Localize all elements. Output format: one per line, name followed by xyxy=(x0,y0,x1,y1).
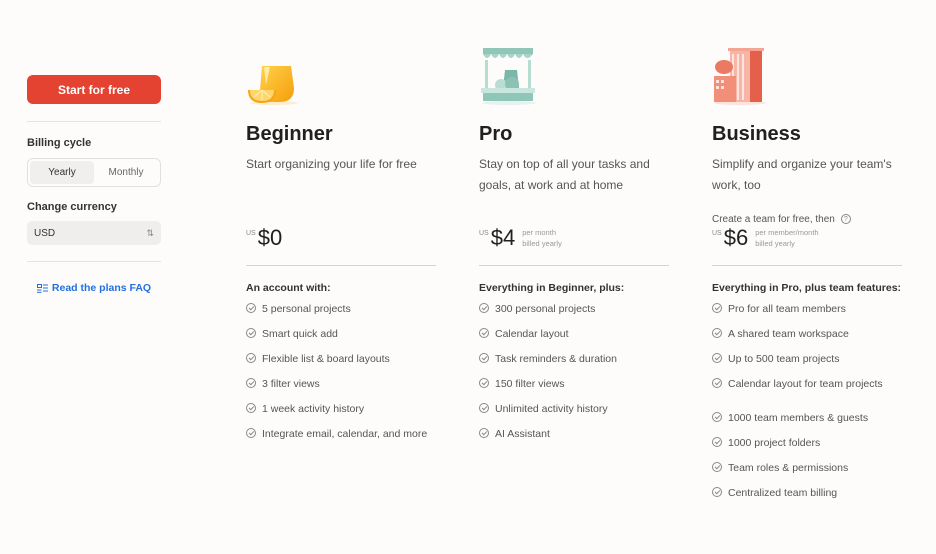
price-currency-prefix: US xyxy=(712,230,722,237)
feature-item: 150 filter views xyxy=(479,376,671,393)
billing-option-yearly[interactable]: Yearly xyxy=(30,161,94,184)
feature-item: Centralized team billing xyxy=(712,485,904,502)
check-circle-icon xyxy=(479,303,489,313)
feature-list: 300 personal projects Calendar layout Ta… xyxy=(479,301,671,443)
check-circle-icon xyxy=(712,378,722,388)
plans-faq-link[interactable]: Read the plans FAQ xyxy=(27,282,161,294)
feature-item: Smart quick add xyxy=(246,326,438,343)
plan-description: Start organizing your life for free xyxy=(246,157,417,171)
check-circle-icon xyxy=(712,437,722,447)
feature-item: Calendar layout xyxy=(479,326,671,343)
price-amount: $0 xyxy=(257,225,283,250)
feature-item: Integrate email, calendar, and more xyxy=(246,426,438,443)
features-heading: Everything in Beginner, plus: xyxy=(479,282,625,294)
plan-divider xyxy=(712,265,902,266)
plan-sidebar: Start for free Billing cycle Yearly Mont… xyxy=(27,75,161,294)
feature-item: 5 personal projects xyxy=(246,301,438,318)
feature-item: A shared team workspace xyxy=(712,326,904,343)
currency-label: Change currency xyxy=(27,201,117,213)
plan-divider xyxy=(479,265,669,266)
check-circle-icon xyxy=(479,428,489,438)
billing-option-monthly[interactable]: Monthly xyxy=(94,161,158,184)
plan-price: US $0 xyxy=(246,226,438,256)
currency-select[interactable]: USD ⇅ xyxy=(27,221,161,245)
price-amount: $4 xyxy=(490,225,516,250)
billing-cycle-toggle: Yearly Monthly xyxy=(27,158,161,187)
market-stall-icon xyxy=(479,40,539,106)
plan-price: US $4 per month billed yearly xyxy=(479,226,671,256)
price-note: per member/month billed yearly xyxy=(755,228,819,248)
check-circle-icon xyxy=(479,353,489,363)
feature-item: 3 filter views xyxy=(246,376,438,393)
feature-item: 1000 team members & guests xyxy=(712,410,904,427)
feature-item: Up to 500 team projects xyxy=(712,351,904,368)
feature-list: Pro for all team members A shared team w… xyxy=(712,301,904,502)
feature-item: Task reminders & duration xyxy=(479,351,671,368)
check-circle-icon xyxy=(479,403,489,413)
check-circle-icon xyxy=(712,487,722,497)
plan-name: Pro xyxy=(479,123,513,145)
feature-item: Pro for all team members xyxy=(712,301,904,318)
feature-item: Team roles & permissions xyxy=(712,460,904,477)
check-circle-icon xyxy=(712,462,722,472)
check-circle-icon xyxy=(712,328,722,338)
currency-value: USD xyxy=(34,227,56,239)
check-circle-icon xyxy=(479,328,489,338)
check-circle-icon xyxy=(246,403,256,413)
feature-item: AI Assistant xyxy=(479,426,671,443)
check-circle-icon xyxy=(246,328,256,338)
sidebar-divider xyxy=(27,121,161,122)
check-circle-icon xyxy=(246,303,256,313)
check-circle-icon xyxy=(712,303,722,313)
plan-price: US $6 per member/month billed yearly xyxy=(712,226,904,256)
faq-list-icon xyxy=(36,283,48,293)
plan-name: Business xyxy=(712,123,801,145)
price-currency-prefix: US xyxy=(479,230,489,237)
plan-description: Simplify and organize your team's work, … xyxy=(712,157,892,192)
check-circle-icon xyxy=(246,428,256,438)
orange-juice-glass-icon xyxy=(246,40,306,106)
help-question-icon[interactable]: ? xyxy=(840,214,851,224)
plan-divider xyxy=(246,265,436,266)
feature-gap xyxy=(712,401,904,410)
plan-card-pro: Pro Stay on top of all your tasks and go… xyxy=(479,40,671,451)
features-heading: Everything in Pro, plus team features: xyxy=(712,282,902,294)
plan-description: Stay on top of all your tasks and goals,… xyxy=(479,157,650,192)
feature-list: 5 personal projects Smart quick add Flex… xyxy=(246,301,438,443)
check-circle-icon xyxy=(712,412,722,422)
price-amount: $6 xyxy=(723,225,749,250)
office-building-icon xyxy=(712,40,772,106)
feature-item: Unlimited activity history xyxy=(479,401,671,418)
price-currency-prefix: US xyxy=(246,230,256,237)
feature-item: 300 personal projects xyxy=(479,301,671,318)
plan-card-beginner: Beginner Start organizing your life for … xyxy=(246,40,438,451)
check-circle-icon xyxy=(712,353,722,363)
plans-faq-label: Read the plans FAQ xyxy=(51,282,152,294)
start-for-free-button[interactable]: Start for free xyxy=(27,75,161,104)
sidebar-divider-2 xyxy=(27,261,161,262)
plan-name: Beginner xyxy=(246,123,333,145)
check-circle-icon xyxy=(246,378,256,388)
check-circle-icon xyxy=(246,353,256,363)
feature-item: Flexible list & board layouts xyxy=(246,351,438,368)
team-note: Create a team for free, then ? xyxy=(712,212,904,226)
price-note: per month billed yearly xyxy=(522,228,562,248)
billing-cycle-label: Billing cycle xyxy=(27,137,92,149)
feature-item: 1000 project folders xyxy=(712,435,904,452)
feature-item: Calendar layout for team projects xyxy=(712,376,904,393)
feature-item: 1 week activity history xyxy=(246,401,438,418)
chevron-up-down-icon: ⇅ xyxy=(146,227,154,238)
check-circle-icon xyxy=(479,378,489,388)
plan-card-business: Business Simplify and organize your team… xyxy=(712,40,904,510)
features-heading: An account with: xyxy=(246,282,331,294)
